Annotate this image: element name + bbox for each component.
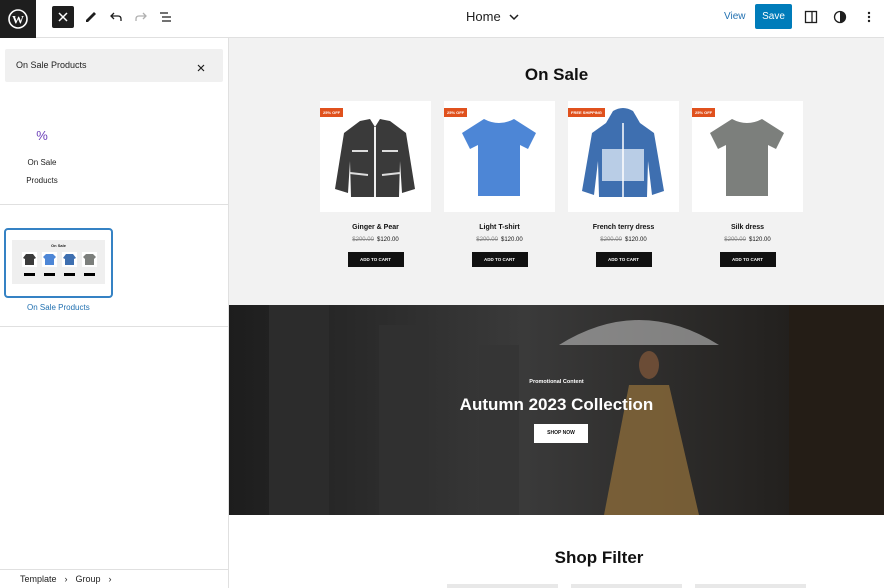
add-to-cart-button[interactable]: ADD TO CART [595, 252, 652, 267]
add-to-cart-button[interactable]: ADD TO CART [471, 252, 528, 267]
chevron-right-icon: › [64, 574, 68, 584]
sale-badge: 25% OFF [444, 108, 468, 117]
filter-item[interactable] [447, 584, 558, 588]
product-image: FREE SHIPPING [568, 101, 679, 212]
save-button[interactable]: Save [755, 4, 792, 29]
mini-product-jacket [22, 252, 37, 267]
sale-price: $120.00 [625, 237, 647, 243]
product-card[interactable]: 25% OFF Silk dress $200.00 $120.00 ADD TO… [692, 101, 803, 267]
chevron-right-icon: › [108, 574, 112, 584]
shop-filter-heading: Shop Filter [554, 548, 644, 567]
pattern-preview-card[interactable]: On Sale [4, 228, 113, 298]
pen-tool-icon[interactable] [80, 6, 102, 28]
pattern-label[interactable]: On Sale Products [27, 303, 90, 312]
product-name[interactable]: Light T-shirt [444, 224, 555, 231]
product-name[interactable]: French terry dress [568, 224, 679, 231]
product-name[interactable]: Silk dress [692, 224, 803, 231]
hoodie-image [582, 108, 664, 197]
document-title[interactable]: Home [466, 9, 519, 24]
old-price: $200.00 [600, 237, 622, 243]
sale-price: $120.00 [749, 237, 771, 243]
view-link[interactable]: View [724, 11, 746, 22]
promo-heading: Autumn 2023 Collection [459, 395, 654, 414]
product-name[interactable]: Ginger & Pear [320, 224, 431, 231]
product-price: $200.00 $120.00 [568, 237, 679, 243]
add-to-cart-button[interactable]: ADD TO CART [347, 252, 404, 267]
sale-badge: 25% OFF [320, 108, 344, 117]
promo-subtitle: Promotional Content [529, 379, 584, 385]
mini-cart-bar [24, 273, 35, 276]
undo-icon[interactable] [105, 6, 127, 28]
block-result-label: On Sale Products [26, 158, 58, 185]
old-price: $200.00 [724, 237, 746, 243]
mini-cart-bar [84, 273, 95, 276]
percent-icon: % [36, 128, 48, 143]
pattern-preview-thumbnail: On Sale [12, 240, 105, 284]
old-price: $200.00 [476, 237, 498, 243]
close-inserter-icon[interactable] [52, 6, 74, 28]
svg-text:W: W [12, 13, 24, 27]
mini-product-hoodie [62, 252, 77, 267]
jacket-image [335, 119, 415, 197]
breadcrumb-group[interactable]: Group [76, 574, 101, 584]
breadcrumb: Template › Group › [0, 569, 229, 588]
sale-heading: On Sale [524, 65, 589, 84]
block-result-on-sale-products[interactable]: % On Sale Products [17, 128, 67, 188]
chevron-down-icon [509, 13, 519, 20]
block-inserter-panel: On Sale Products % On Sale Products On S… [0, 38, 229, 588]
sale-price: $120.00 [501, 237, 523, 243]
mini-cart-bar [44, 273, 55, 276]
pattern-preview-title: On Sale [51, 243, 66, 248]
product-price: $200.00 $120.00 [444, 237, 555, 243]
old-price: $200.00 [352, 237, 374, 243]
filter-item[interactable] [571, 584, 682, 588]
settings-sidebar-icon[interactable] [800, 6, 822, 28]
document-overview-icon[interactable] [155, 6, 177, 28]
product-price: $200.00 $120.00 [692, 237, 803, 243]
product-card[interactable]: 25% OFF Ginger & Pear $200.00 $120.00 ADD… [320, 101, 431, 267]
product-card[interactable]: FREE SHIPPING French terry dress $200.00… [568, 101, 679, 267]
inserter-search-input[interactable]: On Sale Products [5, 49, 223, 82]
product-image: 25% OFF [444, 101, 555, 212]
editor-canvas: On Sale 25% OFF Ginger & Pear $200.00 $12… [229, 38, 884, 588]
mini-cart-bar [64, 273, 75, 276]
product-image: 25% OFF [692, 101, 803, 212]
styles-icon[interactable] [829, 6, 851, 28]
section-divider [0, 326, 229, 327]
sale-badge: FREE SHIPPING [568, 108, 605, 117]
product-price: $200.00 $120.00 [320, 237, 431, 243]
filter-item[interactable] [695, 584, 806, 588]
search-value: On Sale Products [16, 60, 87, 70]
sale-price: $120.00 [377, 237, 399, 243]
shop-now-button[interactable]: SHOP NOW [534, 424, 588, 443]
document-title-text: Home [466, 9, 501, 24]
breadcrumb-template[interactable]: Template [20, 574, 57, 584]
section-divider [0, 204, 229, 205]
add-to-cart-button[interactable]: ADD TO CART [719, 252, 776, 267]
product-card[interactable]: 25% OFF Light T-shirt $200.00 $120.00 ADD… [444, 101, 555, 267]
grey-tshirt-image [710, 119, 784, 196]
on-sale-section[interactable]: On Sale 25% OFF Ginger & Pear $200.00 $12… [229, 38, 884, 305]
tshirt-image [462, 119, 536, 196]
options-menu-icon[interactable] [858, 6, 880, 28]
product-image: 25% OFF [320, 101, 431, 212]
sale-badge: 25% OFF [692, 108, 716, 117]
promotional-cover[interactable]: Promotional Content Autumn 2023 Collecti… [229, 305, 884, 515]
wordpress-logo-icon[interactable]: W [0, 0, 36, 38]
editor-header: W Home View Save [0, 0, 884, 38]
mini-product-tshirt [42, 252, 57, 267]
mini-product-grey-tee [82, 252, 97, 267]
redo-icon[interactable] [130, 6, 152, 28]
clear-search-icon[interactable] [197, 59, 205, 77]
